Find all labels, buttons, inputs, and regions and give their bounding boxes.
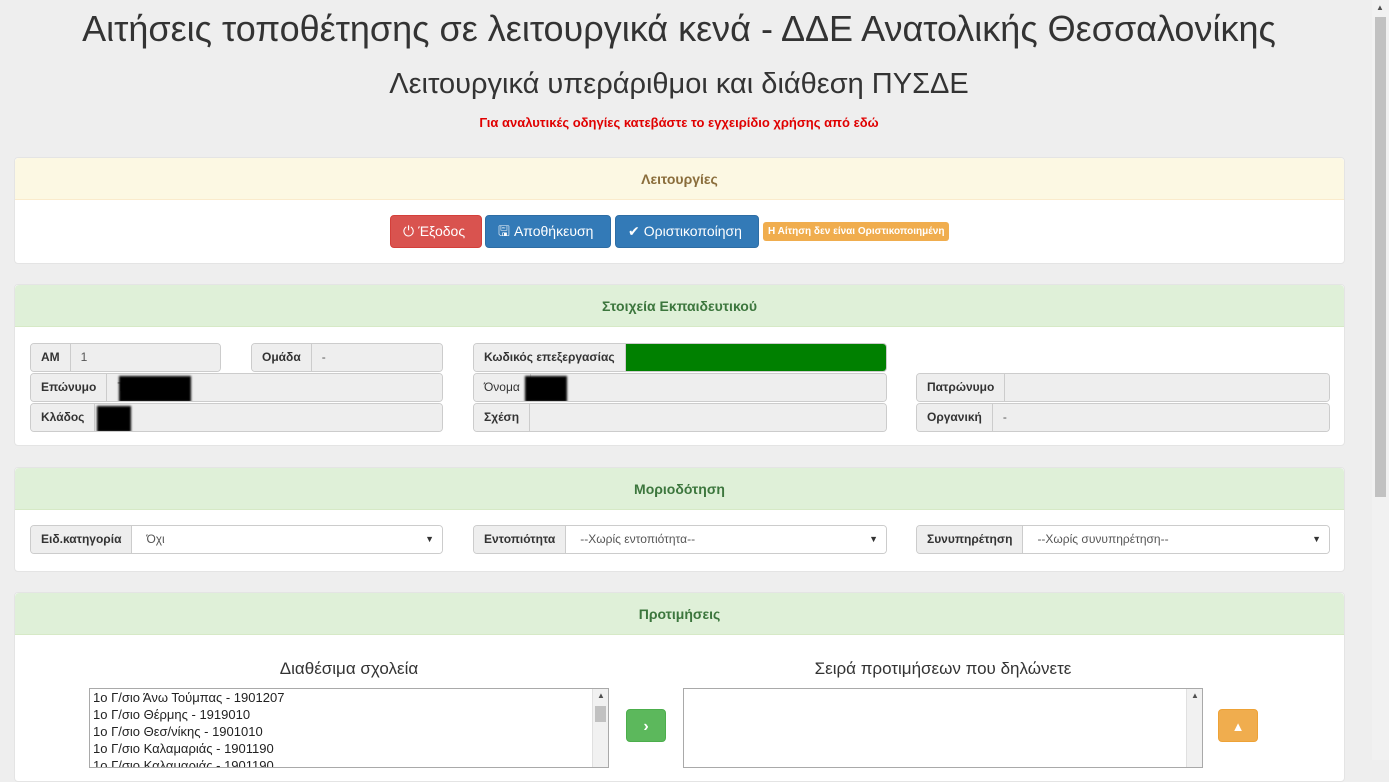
power-icon: ⏻ <box>403 223 415 239</box>
father-name-group: Πατρώνυμο <box>916 373 1330 402</box>
am-label: ΑΜ <box>31 344 71 371</box>
school-option[interactable]: 1ο Γ/σιο Θέρμης - 1919010 <box>90 706 608 723</box>
group-group: Ομάδα - <box>251 343 443 372</box>
floppy-disk-icon: 🖫 <box>498 223 510 239</box>
list-scrollbar[interactable]: ▲ <box>1186 689 1202 767</box>
special-category-group: Ειδ.κατηγορία Όχι ▼ <box>30 525 443 554</box>
father-name-field <box>1005 374 1329 401</box>
status-badge: Η Αίτηση δεν είναι Οριστικοποιημένη <box>763 222 950 241</box>
page-scrollbar[interactable]: ▲ <box>1372 0 1389 760</box>
finalize-button-label: Οριστικοποίηση <box>643 223 742 239</box>
selected-preferences-title: Σειρά προτιμήσεων που δηλώνετε <box>814 659 1072 678</box>
am-group: ΑΜ 1 <box>30 343 221 372</box>
group-label: Ομάδα <box>252 344 312 371</box>
finalize-button[interactable]: ✔ Οριστικοποίηση <box>615 215 759 248</box>
locality-select[interactable]: --Χωρίς εντοπιότητα-- ▼ <box>566 526 886 553</box>
relation-label: Σχέση <box>474 404 531 431</box>
save-button[interactable]: 🖫 Αποθήκευση <box>485 215 611 248</box>
school-option[interactable]: 1ο Γ/σιο Καλαμαριάς - 1901190 <box>90 757 608 767</box>
processing-code-field <box>625 344 886 371</box>
surname-group: Επώνυμο Τ <box>30 373 443 402</box>
scoring-panel: Μοριοδότηση Ειδ.κατηγορία Όχι ▼ Εντοπιότη… <box>14 467 1345 572</box>
organic-label: Οργανική <box>917 404 993 431</box>
locality-group: Εντοπιότητα --Χωρίς εντοπιότητα-- ▼ <box>473 525 887 554</box>
group-field: - <box>311 344 442 371</box>
checkmark-icon: ✔ <box>628 223 640 239</box>
teacher-panel: Στοιχεία Εκπαιδευτικού ΑΜ 1 Ομάδα - Κωδι… <box>14 284 1345 446</box>
special-category-select[interactable]: Όχι ▼ <box>132 526 442 553</box>
dropdown-arrow-icon: ▼ <box>425 534 434 544</box>
school-option[interactable]: 1ο Γ/σιο Καλαμαριάς - 1901190 <box>90 740 608 757</box>
dropdown-arrow-icon: ▼ <box>869 534 878 544</box>
page-title: Αιτήσεις τοποθέτησης σε λειτουργικά κενά… <box>82 8 1276 49</box>
preferences-heading: Προτιμήσεις <box>15 593 1344 635</box>
scroll-up-icon[interactable]: ▲ <box>597 691 605 700</box>
move-up-button[interactable]: ▲ <box>1218 709 1258 742</box>
scoring-heading: Μοριοδότηση <box>15 468 1344 510</box>
page-subtitle: Λειτουργικά υπεράριθμοι και διάθεση ΠΥΣΔ… <box>389 68 969 100</box>
organic-group: Οργανική - <box>916 403 1330 432</box>
add-school-button[interactable]: › <box>626 709 666 742</box>
organic-field: - <box>992 404 1329 431</box>
page-scroll-thumb[interactable] <box>1375 17 1386 497</box>
exit-button[interactable]: ⏻ Έξοδος <box>390 215 482 248</box>
cohabitation-value: --Χωρίς συνυπηρέτηση-- <box>1037 532 1169 546</box>
selected-preferences-list[interactable]: ▲ <box>683 688 1203 768</box>
special-category-label: Ειδ.κατηγορία <box>31 526 133 553</box>
cohabitation-select[interactable]: --Χωρίς συνυπηρέτηση-- ▼ <box>1023 526 1329 553</box>
exit-button-label: Έξοδος <box>418 223 466 239</box>
triangle-up-icon: ▲ <box>1231 719 1245 734</box>
manual-download-link[interactable]: Για αναλυτικές οδηγίες κατεβάστε το εγχε… <box>0 115 1358 130</box>
relation-field <box>530 404 886 431</box>
cohabitation-group: Συνυπηρέτηση --Χωρίς συνυπηρέτηση-- ▼ <box>916 525 1330 554</box>
scroll-up-icon[interactable]: ▲ <box>1376 3 1384 12</box>
special-category-value: Όχι <box>146 532 165 546</box>
name-field <box>524 374 886 401</box>
locality-label: Εντοπιότητα <box>474 526 567 553</box>
branch-group: Κλάδος <box>30 403 443 432</box>
redaction-mark <box>524 376 567 401</box>
dropdown-arrow-icon: ▼ <box>1312 534 1321 544</box>
processing-code-label: Κωδικός επεξεργασίας <box>474 344 626 371</box>
relation-group: Σχέση <box>473 403 887 432</box>
school-option[interactable]: 1ο Γ/σιο Άνω Τούμπας - 1901207 <box>90 689 608 706</box>
surname-field: Τ <box>107 374 442 401</box>
school-option[interactable]: 1ο Γ/σιο Θεσ/νίκης - 1901010 <box>90 723 608 740</box>
available-schools-title: Διαθέσιμα σχολεία <box>279 659 419 678</box>
branch-field <box>95 404 442 431</box>
operations-heading: Λειτουργίες <box>15 158 1344 200</box>
father-name-label: Πατρώνυμο <box>917 374 1006 401</box>
list-scrollbar[interactable]: ▲ <box>592 689 608 767</box>
name-group: Όνομα <box>473 373 887 402</box>
save-button-label: Αποθήκευση <box>513 223 594 239</box>
branch-label: Κλάδος <box>31 404 96 431</box>
chevron-right-icon: › <box>643 718 649 735</box>
operations-panel: Λειτουργίες ⏻ Έξοδος 🖫 Αποθήκευση ✔ Οριστικ… <box>14 157 1345 264</box>
scroll-thumb[interactable] <box>595 706 606 722</box>
name-label: Όνομα <box>474 374 531 401</box>
teacher-heading: Στοιχεία Εκπαιδευτικού <box>15 285 1344 327</box>
scroll-up-icon[interactable]: ▲ <box>1191 691 1199 700</box>
redaction-mark <box>119 376 192 401</box>
redaction-mark <box>97 406 132 431</box>
cohabitation-label: Συνυπηρέτηση <box>917 526 1024 553</box>
available-schools-list[interactable]: 1ο Γ/σιο Άνω Τούμπας - 1901207 1ο Γ/σιο Θ… <box>89 688 609 768</box>
surname-label: Επώνυμο <box>31 374 108 401</box>
preferences-panel: Προτιμήσεις Διαθέσιμα σχολεία Σειρά προτ… <box>14 592 1345 782</box>
locality-value: --Χωρίς εντοπιότητα-- <box>580 532 696 546</box>
am-field: 1 <box>70 344 220 371</box>
processing-code-group: Κωδικός επεξεργασίας <box>473 343 887 372</box>
